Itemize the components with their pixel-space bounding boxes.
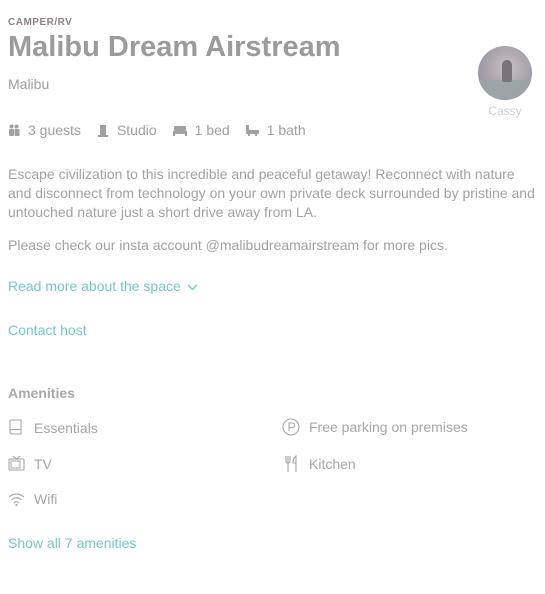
fact-bath-label: 1 bath <box>266 122 306 138</box>
fact-guests-label: 3 guests <box>28 122 81 138</box>
guests-icon <box>9 124 20 136</box>
parking-icon <box>282 418 300 436</box>
listing-title: Malibu Dream Airstream <box>8 31 341 63</box>
bed-icon <box>172 125 187 136</box>
door-icon <box>97 124 108 137</box>
amenity-essentials-label: Essentials <box>34 419 98 436</box>
fact-bed-label: 1 bed <box>194 122 230 138</box>
read-more-label: Read more about the space <box>8 278 181 294</box>
bath-icon <box>245 124 259 136</box>
amenity-wifi: Wifi <box>8 491 57 507</box>
fact-bath: 1 bath <box>245 122 306 138</box>
amenities-heading: Amenities <box>8 385 75 401</box>
chevron-down-icon <box>187 284 198 291</box>
show-all-amenities-link[interactable]: Show all 7 amenities <box>8 535 136 551</box>
contact-host-link[interactable]: Contact host <box>8 322 87 338</box>
fact-bed: 1 bed <box>172 122 230 138</box>
read-more-link[interactable]: Read more about the space <box>8 278 198 294</box>
fact-studio-label: Studio <box>116 122 157 138</box>
listing-type: CAMPER/RV <box>8 17 73 28</box>
tv-icon <box>8 455 25 471</box>
wifi-icon <box>8 492 25 506</box>
amenity-kitchen-label: Kitchen <box>309 456 356 472</box>
description-note: Please check our insta account @malibudr… <box>8 237 448 253</box>
amenity-tv: TV <box>8 455 52 472</box>
amenity-tv-label: TV <box>34 455 52 472</box>
amenity-wifi-label: Wifi <box>34 491 58 507</box>
fact-studio: Studio <box>97 122 157 138</box>
listing-facts: 3 guests Studio 1 bed 1 bath <box>8 122 322 138</box>
amenity-parking: Free parking on premises <box>282 418 468 436</box>
host-avatar[interactable] <box>478 46 532 100</box>
fact-guests: 3 guests <box>8 122 81 138</box>
amenity-kitchen: Kitchen <box>284 455 356 473</box>
amenity-parking-label: Free parking on premises <box>309 419 468 435</box>
avatar-ground <box>478 80 532 100</box>
description-paragraph: Escape civilization to this incredible a… <box>8 166 535 220</box>
essentials-icon <box>9 419 22 435</box>
avatar-figure <box>502 60 512 82</box>
amenity-essentials: Essentials <box>8 419 98 436</box>
listing-location[interactable]: Malibu <box>8 76 49 92</box>
host-name[interactable]: Cassy <box>478 104 532 118</box>
kitchen-icon <box>285 455 297 472</box>
